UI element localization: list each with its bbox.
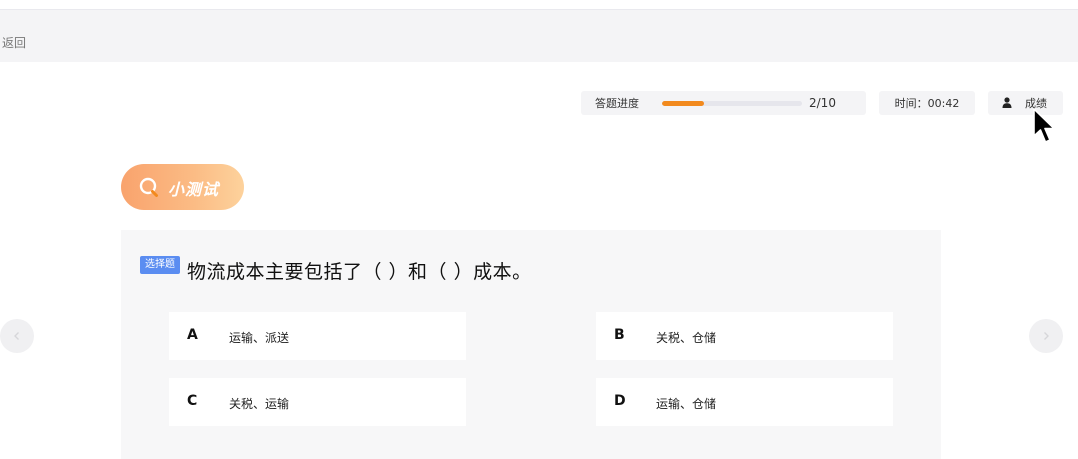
option-text: 关税、仓储 bbox=[656, 331, 717, 345]
progress-panel: 答题进度 2/10 bbox=[581, 91, 866, 115]
quiz-page: 返回 答题进度 2/10 时间：00:42 成绩 小测试 选择题 物流成本主要包… bbox=[0, 0, 1078, 459]
progress-label: 答题进度 bbox=[595, 97, 639, 110]
option-letter: D bbox=[614, 393, 626, 409]
option-text: 关税、运输 bbox=[229, 397, 290, 411]
option-a[interactable]: A 运输、派送 bbox=[169, 312, 466, 360]
chevron-right-icon bbox=[1044, 332, 1049, 340]
progress-count: 2/10 bbox=[809, 96, 836, 110]
question-text: 物流成本主要包括了（ ）和（ ）成本。 bbox=[187, 261, 532, 283]
option-text: 运输、派送 bbox=[229, 331, 290, 345]
option-letter: B bbox=[614, 327, 625, 343]
quiz-badge: 小测试 bbox=[121, 164, 244, 210]
option-letter: A bbox=[187, 327, 198, 343]
option-d[interactable]: D 运输、仓储 bbox=[596, 378, 893, 426]
user-icon bbox=[1002, 97, 1012, 108]
question-type-badge: 选择题 bbox=[140, 256, 180, 274]
progress-bar bbox=[662, 101, 802, 106]
back-link[interactable]: 返回 bbox=[2, 34, 26, 51]
progress-bar-fill bbox=[662, 101, 704, 106]
chevron-left-icon bbox=[14, 332, 19, 340]
option-b[interactable]: B 关税、仓储 bbox=[596, 312, 893, 360]
option-text: 运输、仓储 bbox=[656, 397, 717, 411]
previous-question-button[interactable] bbox=[0, 319, 34, 353]
mouse-cursor-icon bbox=[1033, 108, 1055, 143]
option-c[interactable]: C 关税、运输 bbox=[169, 378, 466, 426]
question-card: 选择题 物流成本主要包括了（ ）和（ ）成本。 A 运输、派送 B 关税、仓储 … bbox=[121, 230, 941, 459]
next-question-button[interactable] bbox=[1029, 319, 1063, 353]
timer: 时间：00:42 bbox=[879, 91, 975, 115]
option-letter: C bbox=[187, 393, 198, 409]
search-icon bbox=[139, 177, 158, 197]
quiz-badge-label: 小测试 bbox=[168, 180, 220, 199]
top-bar: 返回 bbox=[0, 0, 1078, 62]
